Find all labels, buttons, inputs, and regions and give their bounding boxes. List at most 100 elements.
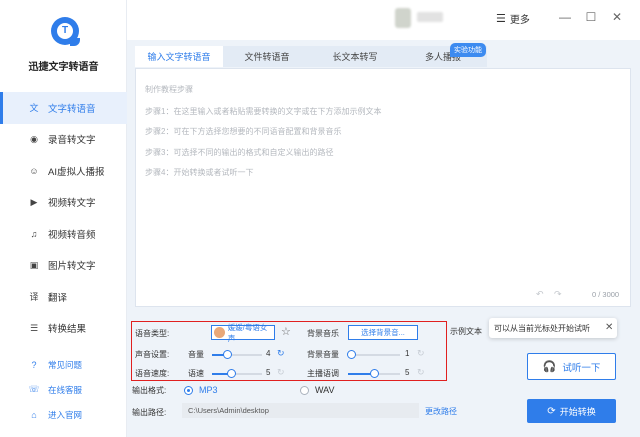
- bgm-label: 背景音乐: [307, 329, 339, 338]
- format-wav-label: WAV: [315, 385, 335, 395]
- sidebar-item-label: AI虚拟人播报: [48, 166, 105, 178]
- voice-select-button[interactable]: 媛媛/粤语女声: [211, 323, 275, 343]
- more-menu-button[interactable]: ☰ 更多: [496, 11, 530, 26]
- example-text-link[interactable]: 示例文本: [450, 326, 482, 337]
- tone-label: 主播语调: [307, 369, 339, 378]
- video-icon: ▶: [30, 196, 38, 207]
- output-path-label: 输出路径:: [132, 408, 167, 417]
- question-icon: ?: [31, 359, 37, 370]
- tab-input-text-to-speech[interactable]: 输入文字转语音: [135, 46, 223, 67]
- tooltip-close-icon[interactable]: ✕: [605, 322, 613, 333]
- app-name: 迅捷文字转语音: [28, 62, 99, 73]
- volume-slider-handle[interactable]: [223, 350, 232, 359]
- voice-settings-panel: 语音类型: 媛媛/粤语女声 ☆ 背景音乐 选择背景音... 声音设置: 音量 4…: [131, 321, 447, 381]
- output-path-field[interactable]: [182, 403, 419, 418]
- tab-long-text[interactable]: 长文本转写: [311, 46, 399, 67]
- hint-line: 步骤4：开始转换或者试听一下: [145, 168, 254, 177]
- faq-link[interactable]: ? 常见问题: [0, 352, 127, 377]
- star-icon[interactable]: ☆: [281, 325, 291, 338]
- select-bgm-button[interactable]: 选择背景音...: [348, 325, 418, 340]
- sidebar-item-label: 文字转语音: [48, 103, 96, 115]
- sidebar-item-ai-avatar[interactable]: ☺ AI虚拟人播报: [0, 155, 127, 187]
- faq-label: 常见问题: [48, 359, 83, 370]
- website-icon: ⌂: [31, 409, 37, 420]
- reset-tone-icon[interactable]: ↻: [417, 367, 425, 378]
- format-mp3-radio[interactable]: MP3: [184, 385, 218, 395]
- text-editor[interactable]: 制作教程步骤 步骤1：在这里输入或者粘贴需要转换的文字或在下方添加示例文本 步骤…: [135, 68, 631, 307]
- hint-line: 步骤2：可在下方选择您想要的不同语音配置和背景音乐: [145, 127, 342, 136]
- redo-icon[interactable]: ↷: [554, 289, 562, 300]
- start-convert-button[interactable]: ⟳ 开始转换: [527, 399, 616, 423]
- sidebar-item-translate[interactable]: 译 翻译: [0, 281, 127, 313]
- undo-icon[interactable]: ↶: [536, 289, 544, 300]
- text-to-speech-icon: 文: [29, 103, 39, 114]
- listen-tooltip: 可以从当前光标处开始试听 ✕: [489, 318, 617, 338]
- volume-slider[interactable]: [212, 350, 262, 359]
- video-audio-icon: ♫: [30, 228, 38, 239]
- sidebar-item-label: 图片转文字: [48, 261, 96, 273]
- customer-service-icon: ☏: [28, 384, 40, 394]
- lab-feature-badge: 实验功能: [450, 43, 486, 57]
- sidebar-item-label: 录音转文字: [48, 135, 96, 147]
- convert-icon: ⟳: [547, 405, 556, 417]
- preview-listen-label: 试听一下: [562, 362, 601, 374]
- title-bar: ☰ 更多 — ☐ ✕: [127, 0, 640, 40]
- voice-type-label: 语音类型:: [135, 329, 170, 338]
- change-path-link[interactable]: 更改路径: [425, 406, 457, 417]
- main-panel: 输入文字转语音 文件转语音 长文本转写 多人播报 实验功能 制作教程步骤 步骤1…: [127, 40, 640, 437]
- speed-slider-handle[interactable]: [227, 369, 236, 378]
- tone-slider-handle[interactable]: [370, 369, 379, 378]
- results-icon: ☰: [29, 322, 39, 333]
- more-label: 更多: [509, 15, 530, 26]
- tab-file-to-speech[interactable]: 文件转语音: [223, 46, 311, 67]
- user-name-blurred: [417, 12, 443, 22]
- preview-listen-button[interactable]: 🎧 试听一下: [527, 353, 616, 380]
- format-wav-radio[interactable]: WAV: [300, 385, 335, 395]
- start-convert-label: 开始转换: [559, 406, 596, 417]
- bgm-volume-label: 背景音量: [307, 350, 339, 359]
- radio-dot: [184, 385, 193, 395]
- sidebar-item-image-to-text[interactable]: ▣ 图片转文字: [0, 250, 127, 282]
- customer-service-link[interactable]: ☏ 在线客服: [0, 377, 127, 402]
- hint-line: 步骤1：在这里输入或者粘贴需要转换的文字或在下方添加示例文本: [145, 107, 382, 116]
- translate-icon: 译: [29, 292, 39, 303]
- sidebar-item-video-to-text[interactable]: ▶ 视频转文字: [0, 187, 127, 219]
- hint-line: 步骤3：可选择不同的输出的格式和自定义输出的路径: [145, 148, 334, 157]
- bgm-volume-slider[interactable]: [347, 350, 400, 359]
- sidebar: T 迅捷文字转语音 文 文字转语音 ◉ 录音转文字 ☺ AI虚拟人播报 ▶ 视频…: [0, 0, 127, 437]
- output-format-label: 输出格式:: [132, 386, 167, 395]
- maximize-button[interactable]: ☐: [583, 9, 599, 25]
- menu-icon: ☰: [496, 13, 506, 25]
- reset-bgm-volume-icon[interactable]: ↻: [417, 348, 425, 359]
- speed-name: 语速: [188, 369, 204, 378]
- voice-name: 媛媛/粤语女声: [227, 322, 268, 343]
- sidebar-item-label: 翻译: [48, 292, 68, 304]
- sound-settings-label: 声音设置:: [135, 350, 170, 359]
- speed-slider[interactable]: [212, 369, 262, 378]
- bgm-volume-slider-handle[interactable]: [347, 350, 356, 359]
- sidebar-item-text-to-speech[interactable]: 文 文字转语音: [0, 92, 127, 124]
- website-label: 进入官网: [48, 409, 83, 420]
- sidebar-item-recording-to-text[interactable]: ◉ 录音转文字: [0, 124, 127, 156]
- sidebar-nav: 文 文字转语音 ◉ 录音转文字 ☺ AI虚拟人播报 ▶ 视频转文字 ♫ 视频转音…: [0, 92, 127, 344]
- radio-dot: [300, 385, 309, 395]
- volume-value: 4: [266, 349, 271, 358]
- customer-service-label: 在线客服: [48, 384, 83, 395]
- close-button[interactable]: ✕: [609, 9, 625, 25]
- tone-value: 5: [405, 368, 410, 377]
- user-avatar[interactable]: [395, 8, 411, 28]
- tone-slider[interactable]: [348, 369, 400, 378]
- app-logo-icon: T: [51, 17, 80, 46]
- minimize-button[interactable]: —: [557, 9, 573, 25]
- sidebar-item-video-to-audio[interactable]: ♫ 视频转音频: [0, 218, 127, 250]
- website-link[interactable]: ⌂ 进入官网: [0, 402, 127, 427]
- reset-volume-icon[interactable]: ↻: [277, 348, 285, 359]
- hint-line: 制作教程步骤: [145, 85, 193, 94]
- image-icon: ▣: [29, 259, 39, 270]
- tab-bar: 输入文字转语音 文件转语音 长文本转写 多人播报 实验功能: [135, 43, 487, 67]
- reset-speed-icon[interactable]: ↻: [277, 367, 285, 378]
- tooltip-text: 可以从当前光标处开始试听: [494, 323, 590, 333]
- help-links: ? 常见问题 ☏ 在线客服 ⌂ 进入官网: [0, 352, 127, 427]
- sidebar-item-results[interactable]: ☰ 转换结果: [0, 313, 127, 345]
- bgm-volume-value: 1: [405, 349, 410, 358]
